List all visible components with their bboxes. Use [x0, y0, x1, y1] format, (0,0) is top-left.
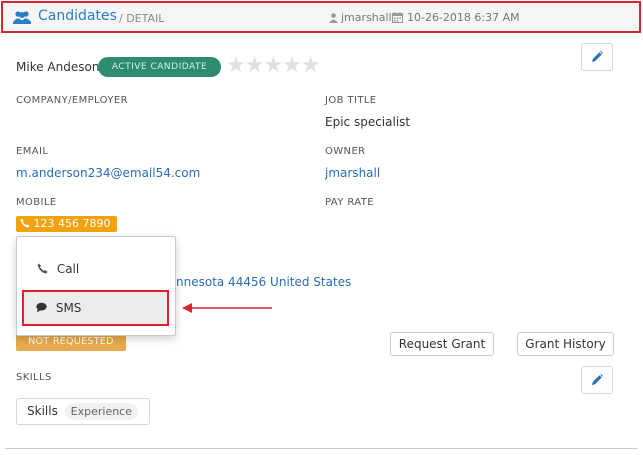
rating-stars[interactable]: ★★★★★: [226, 53, 321, 78]
page-title[interactable]: Candidates: [38, 8, 117, 24]
status-badge: ACTIVE CANDIDATE: [98, 57, 221, 77]
request-grant-button[interactable]: Request Grant: [390, 332, 494, 356]
menu-item-sms[interactable]: SMS: [22, 290, 169, 326]
chat-bubble-icon: [36, 302, 47, 313]
calendar-icon: [392, 12, 403, 23]
phone-icon: [20, 218, 30, 228]
job-title-value: Epic specialist: [325, 115, 411, 129]
users-icon: [13, 11, 31, 24]
phone-icon: [37, 263, 48, 274]
mobile-label: MOBILE: [16, 197, 57, 208]
menu-item-sms-label: SMS: [55, 301, 82, 315]
skill-name: Skills: [27, 404, 58, 418]
skill-level: Experience: [64, 403, 138, 420]
page-header: Candidates / DETAIL jmarshall 10-26-2018…: [1, 1, 641, 33]
menu-item-call[interactable]: Call: [17, 257, 175, 281]
annotation-arrow-icon: [182, 303, 272, 313]
skill-tag[interactable]: Skills Experience: [16, 398, 150, 425]
pencil-icon: [592, 51, 603, 62]
menu-item-call-label: Call: [56, 262, 80, 276]
section-divider: [5, 448, 638, 449]
mobile-number: 123 456 7890: [33, 217, 111, 230]
grant-history-button[interactable]: Grant History: [517, 332, 614, 356]
address-link[interactable]: nnesota 44456 United States: [176, 275, 351, 289]
owner-label: OWNER: [325, 146, 366, 157]
phone-action-menu: Call SMS: [16, 236, 176, 336]
header-username: jmarshall: [341, 11, 392, 24]
mobile-phone-badge[interactable]: 123 456 7890: [16, 216, 117, 232]
email-link[interactable]: m.anderson234@email54.com: [16, 166, 200, 180]
skills-label: SKILLS: [16, 372, 52, 383]
user-icon: [329, 13, 338, 23]
company-label: COMPANY/EMPLOYER: [16, 95, 128, 106]
email-label: EMAIL: [16, 146, 49, 157]
edit-skills-button[interactable]: [581, 366, 613, 394]
owner-link[interactable]: jmarshall: [325, 166, 380, 180]
job-title-label: JOB TITLE: [325, 95, 377, 106]
edit-candidate-button[interactable]: [581, 43, 613, 71]
page-subtitle: / DETAIL: [119, 12, 165, 25]
pay-rate-label: PAY RATE: [325, 197, 374, 208]
candidate-name: Mike Andeson: [16, 60, 100, 74]
header-datetime: 10-26-2018 6:37 AM: [407, 11, 520, 24]
pencil-icon: [592, 374, 603, 385]
